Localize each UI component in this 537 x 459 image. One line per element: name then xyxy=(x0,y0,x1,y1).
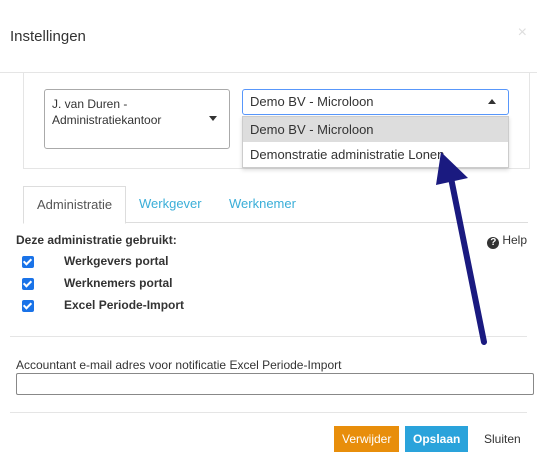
annotation-arrow xyxy=(436,152,487,345)
arrow-shaft xyxy=(448,175,487,345)
arrow-head xyxy=(436,152,468,185)
page: Instellingen × J. van Duren - Administra… xyxy=(0,0,537,459)
